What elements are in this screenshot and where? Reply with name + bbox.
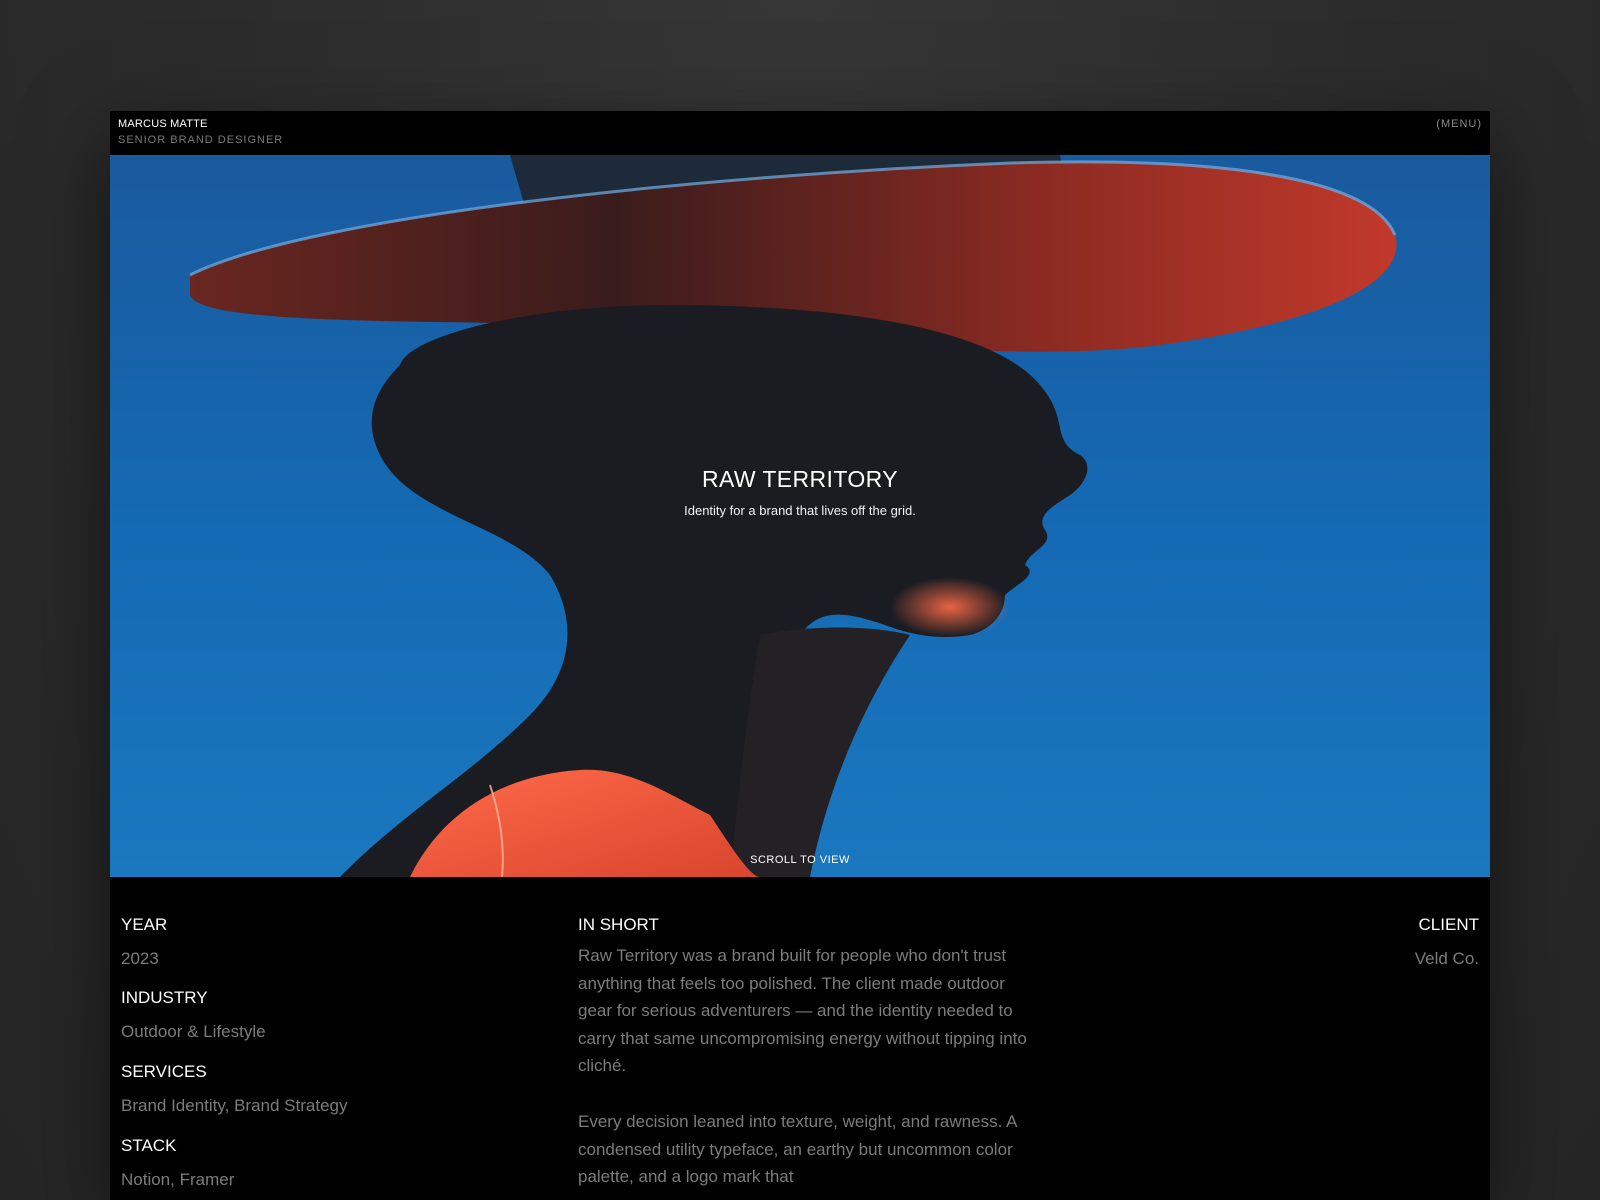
year-value: 2023 [121,949,159,968]
browser-viewport: MARCUS MATTE SENIOR BRAND DESIGNER (MENU… [110,111,1490,1200]
summary-paragraph-1: Raw Territory was a brand built for peop… [578,946,1027,1076]
designer-name[interactable]: MARCUS MATTE [118,118,208,130]
client-label: CLIENT [1418,915,1479,934]
summary-paragraph-2: Every decision leaned into texture, weig… [578,1112,1017,1187]
menu-button[interactable]: (MENU) [1436,118,1482,130]
industry-value: Outdoor & Lifestyle [121,1022,266,1041]
hero-subtitle: Identity for a brand that lives off the … [684,503,916,518]
client-value: Veld Co. [1414,949,1479,968]
top-bar: MARCUS MATTE SENIOR BRAND DESIGNER (MENU… [110,111,1490,155]
services-label: SERVICES [121,1062,207,1081]
services-value: Brand Identity, Brand Strategy [121,1096,348,1115]
project-info-section: YEAR 2023 INDUSTRY Outdoor & Lifestyle S… [110,877,1490,1200]
year-label: YEAR [121,915,168,934]
scroll-to-view-link[interactable]: SCROLL TO VIEW [110,854,1490,866]
hero-section: RAW TERRITORY Identity for a brand that … [110,155,1490,877]
stack-label: STACK [121,1136,177,1155]
industry-label: INDUSTRY [121,988,208,1007]
in-short-label: IN SHORT [578,915,659,934]
stack-value: Notion, Framer [121,1170,235,1189]
hero-title: RAW TERRITORY [701,466,899,492]
designer-role: SENIOR BRAND DESIGNER [118,134,284,146]
